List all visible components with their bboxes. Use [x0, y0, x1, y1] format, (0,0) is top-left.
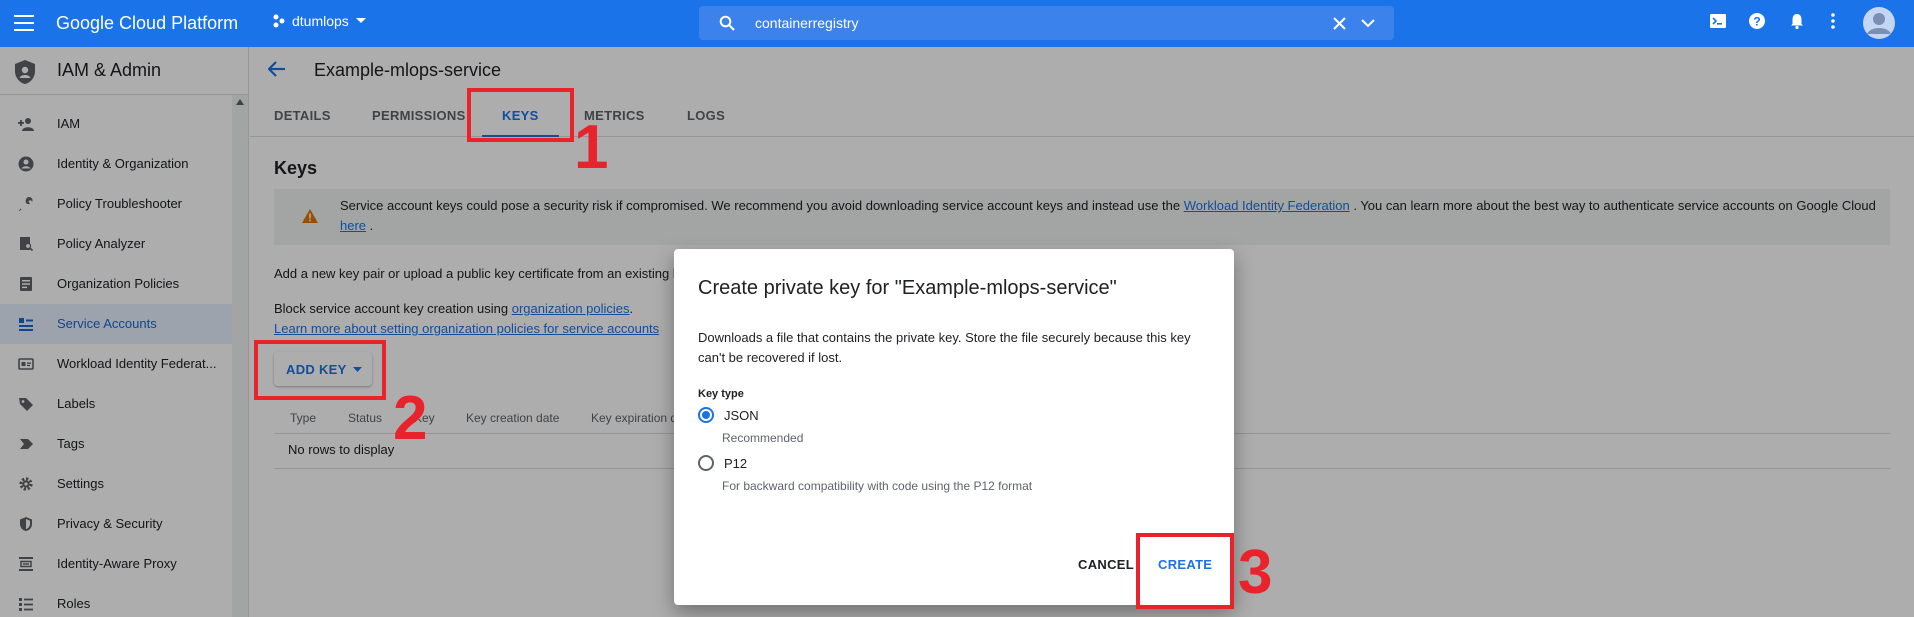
svg-text:?: ? [1753, 15, 1760, 29]
expand-search-icon[interactable] [1361, 19, 1375, 28]
dialog-description: Downloads a file that contains the priva… [698, 330, 1191, 365]
cancel-button[interactable]: CANCEL [1078, 557, 1134, 572]
radio-p12-sublabel: For backward compatibility with code usi… [722, 479, 1033, 493]
radio-p12-label: P12 [724, 455, 748, 471]
annotation-number-1: 1 [574, 113, 609, 182]
cloud-shell-icon[interactable] [1709, 12, 1727, 30]
radio-button-unselected[interactable] [698, 455, 714, 471]
hamburger-icon[interactable] [14, 14, 34, 32]
annotation-number-3: 3 [1238, 538, 1273, 607]
help-icon[interactable]: ? [1748, 12, 1766, 30]
annotation-box-create [1136, 533, 1234, 609]
radio-p12[interactable]: P12 [698, 455, 747, 471]
search-bar[interactable]: containerregistry [699, 6, 1394, 40]
chevron-down-icon [355, 17, 367, 25]
radio-json-sublabel: Recommended [722, 431, 804, 445]
more-vert-icon[interactable] [1830, 12, 1836, 30]
top-app-bar: Google Cloud Platform dtumlops container… [0, 0, 1914, 47]
project-hub-icon [272, 14, 286, 28]
project-selector[interactable]: dtumlops [272, 13, 367, 29]
annotation-box-add-key [254, 340, 386, 400]
dialog-title: Create private key for "Example-mlops-se… [698, 277, 1117, 299]
annotation-number-2: 2 [393, 384, 428, 453]
brand-title[interactable]: Google Cloud Platform [56, 13, 238, 34]
notifications-bell-icon[interactable] [1788, 12, 1806, 30]
search-icon [719, 15, 735, 31]
avatar[interactable] [1862, 6, 1896, 40]
annotation-box-keys-tab [467, 88, 574, 142]
clear-search-icon[interactable] [1333, 17, 1346, 30]
project-name: dtumlops [292, 13, 349, 29]
radio-json[interactable]: JSON [698, 407, 759, 423]
radio-button-selected[interactable] [698, 407, 714, 423]
radio-json-label: JSON [724, 407, 759, 423]
key-type-label: Key type [698, 388, 744, 400]
search-input[interactable]: containerregistry [755, 15, 859, 31]
